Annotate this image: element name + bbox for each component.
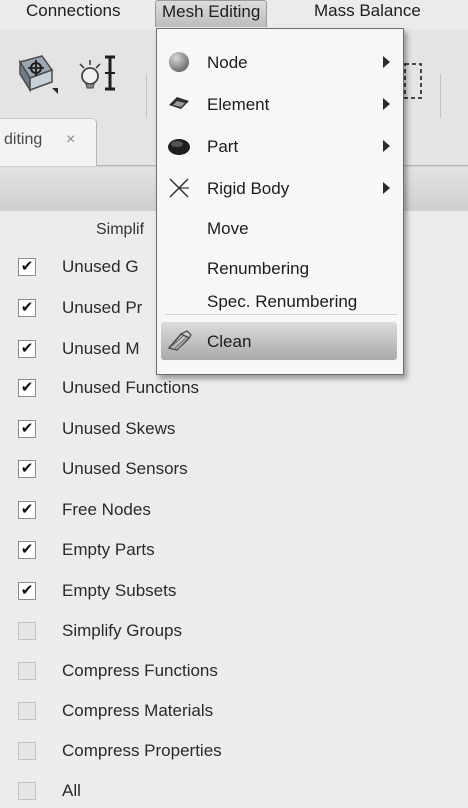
menu-bar: Connections Mesh Editing Mass Balance (0, 0, 468, 28)
option-label: Unused Sensors (62, 459, 188, 478)
option-label: Empty Subsets (62, 581, 177, 600)
option-unused-functions[interactable]: ✔ Unused Functions (18, 377, 458, 403)
checkbox[interactable]: ✔ (18, 501, 36, 519)
transform-icon[interactable] (14, 52, 60, 101)
checkbox[interactable] (18, 662, 36, 680)
option-label: Compress Properties (62, 741, 222, 760)
menu-item-label: Rigid Body (207, 179, 290, 198)
tab-mesh-editing[interactable]: diting × (0, 118, 97, 167)
close-icon[interactable]: × (66, 131, 75, 149)
checkbox[interactable]: ✔ (18, 420, 36, 438)
checkbox[interactable]: ✔ (18, 258, 36, 276)
menu-mesh-editing[interactable]: Mesh Editing (155, 0, 268, 27)
menu-item-label: Part (207, 137, 239, 156)
menu-item-label: Renumbering (207, 259, 310, 278)
option-simplify-groups[interactable]: Simplify Groups (18, 620, 458, 646)
menu-item-rigid-body[interactable]: Rigid Body (157, 169, 401, 207)
menu-item-label: Move (207, 219, 249, 238)
clean-icon (167, 330, 192, 352)
option-label: Unused Skews (62, 419, 176, 438)
toolbar-separator (440, 74, 441, 118)
option-compress-properties[interactable]: Compress Properties (18, 740, 458, 766)
option-compress-functions[interactable]: Compress Functions (18, 660, 458, 686)
menu-item-part[interactable]: Part (157, 127, 401, 165)
option-compress-materials[interactable]: Compress Materials (18, 700, 458, 726)
option-label: Free Nodes (62, 500, 151, 519)
rigid-body-icon (167, 177, 191, 199)
option-label: Unused G (62, 257, 139, 276)
option-unused-sensors[interactable]: ✔ Unused Sensors (18, 458, 458, 484)
checkbox[interactable]: ✔ (18, 379, 36, 397)
checkbox[interactable] (18, 702, 36, 720)
option-empty-subsets[interactable]: ✔ Empty Subsets (18, 580, 458, 606)
submenu-arrow-icon (383, 140, 390, 152)
mesh-editing-menu: Node Element Part Rigid Body Move Renumb… (156, 28, 404, 375)
measure-light-icon[interactable] (78, 52, 124, 101)
menu-item-label: Clean (207, 332, 252, 351)
checkbox[interactable] (18, 782, 36, 800)
submenu-arrow-icon (383, 56, 390, 68)
submenu-arrow-icon (383, 182, 390, 194)
option-label: Compress Functions (62, 661, 218, 680)
selection-box-icon[interactable] (404, 60, 424, 109)
option-all[interactable]: All (18, 780, 458, 806)
checkbox[interactable]: ✔ (18, 299, 36, 317)
menu-item-node[interactable]: Node (157, 43, 401, 81)
section-title: Simplif (96, 221, 145, 238)
option-label: Simplify Groups (62, 621, 182, 640)
menu-item-label: Node (207, 53, 248, 72)
menu-item-move[interactable]: Move (157, 209, 401, 247)
option-label: Compress Materials (62, 701, 214, 720)
menu-separator (165, 314, 397, 315)
checkbox[interactable] (18, 742, 36, 760)
tab-label: diting (4, 131, 43, 148)
menu-item-label: Element (207, 95, 270, 114)
option-empty-parts[interactable]: ✔ Empty Parts (18, 539, 458, 565)
checkbox[interactable]: ✔ (18, 460, 36, 478)
part-icon (167, 135, 191, 157)
menu-connections[interactable]: Connections (20, 0, 127, 26)
toolbar-separator (146, 74, 147, 118)
checkbox[interactable] (18, 622, 36, 640)
checkbox[interactable]: ✔ (18, 340, 36, 358)
menu-item-element[interactable]: Element (157, 85, 401, 123)
option-label: All (62, 781, 81, 800)
option-label: Unused Pr (62, 298, 143, 317)
option-label: Empty Parts (62, 540, 155, 559)
submenu-arrow-icon (383, 98, 390, 110)
menu-item-label: Spec. Renumbering (207, 292, 358, 311)
checkbox[interactable]: ✔ (18, 541, 36, 559)
option-free-nodes[interactable]: ✔ Free Nodes (18, 499, 458, 525)
option-label: Unused Functions (62, 378, 200, 397)
option-label: Unused M (62, 339, 140, 358)
sphere-icon (167, 51, 191, 73)
menu-mass-balance[interactable]: Mass Balance (308, 0, 427, 26)
menu-item-clean[interactable]: Clean (161, 322, 397, 360)
element-icon (167, 93, 191, 115)
option-unused-skews[interactable]: ✔ Unused Skews (18, 418, 458, 444)
checkbox[interactable]: ✔ (18, 582, 36, 600)
